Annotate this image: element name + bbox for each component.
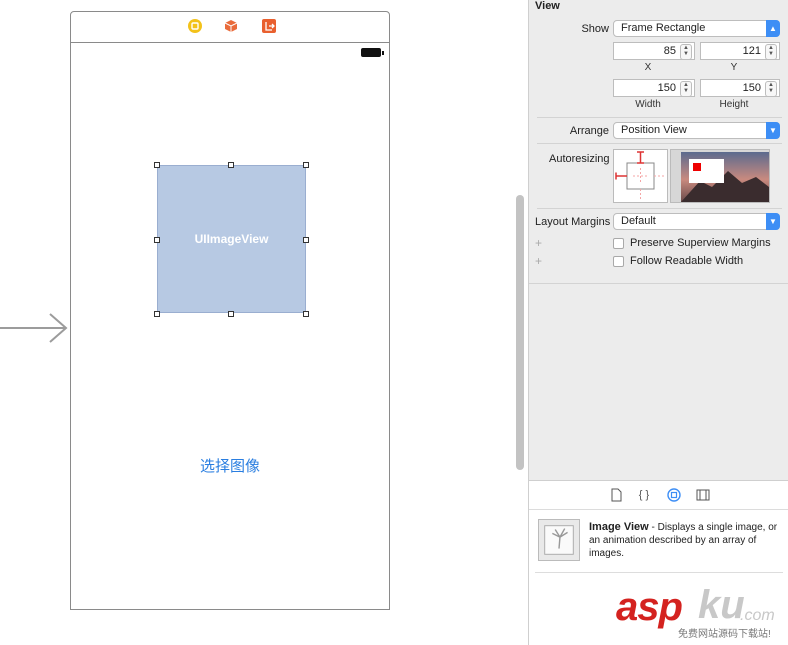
resize-handle-top-left[interactable]: [154, 162, 160, 168]
show-popup[interactable]: Frame Rectangle ▲▼: [613, 20, 780, 50]
library-item-title: Image View: [589, 521, 649, 533]
show-label: Show: [581, 23, 609, 35]
watermark: asp ku .com 免费网站源码下载站!: [616, 583, 788, 645]
arrange-popup[interactable]: Position View ▼: [613, 122, 780, 139]
arrange-label: Arrange: [569, 125, 609, 137]
autoresizing-label: Autoresizing: [549, 153, 610, 165]
follow-readable-width-label: Follow Readable Width: [630, 255, 744, 267]
autoresizing-preview: [670, 149, 770, 203]
separator: [537, 208, 782, 209]
preserve-superview-margins-checkbox[interactable]: [613, 238, 624, 249]
height-label: Height: [719, 99, 749, 110]
follow-readable-width-checkbox[interactable]: [613, 256, 624, 267]
library-item-text: Image View - Displays a single image, or…: [589, 521, 779, 560]
resize-handle-left[interactable]: [154, 237, 160, 243]
media-library-icon[interactable]: [696, 488, 710, 502]
initial-view-controller-arrow-icon: [0, 313, 68, 343]
canvas-scrollbar-thumb[interactable]: [516, 195, 524, 470]
image-view[interactable]: UIImageView: [157, 165, 306, 313]
show-popup-value: Frame Rectangle: [621, 22, 706, 34]
resize-handle-bottom[interactable]: [228, 311, 234, 317]
section-title: View: [535, 0, 560, 12]
view-controller-icon[interactable]: [188, 19, 202, 33]
storyboard-canvas[interactable]: UIImageView 选择图像: [0, 0, 528, 645]
chevron-down-icon: ▼: [766, 213, 780, 230]
plus-icon[interactable]: +: [535, 254, 542, 268]
y-stepper[interactable]: ▲ ▼: [765, 44, 777, 60]
chevron-updown-icon: ▲▼: [766, 20, 780, 50]
file-icon[interactable]: [609, 488, 623, 502]
x-stepper[interactable]: ▲ ▼: [680, 44, 692, 60]
width-value: 150: [657, 82, 676, 94]
layout-margins-popup-value: Default: [621, 215, 656, 227]
resize-handle-bottom-right[interactable]: [303, 311, 309, 317]
battery-tip: [382, 51, 384, 55]
select-image-button[interactable]: 选择图像: [71, 455, 389, 476]
image-view-icon: [538, 519, 580, 561]
separator: [535, 572, 783, 573]
preserve-superview-margins-label: Preserve Superview Margins: [630, 237, 771, 249]
battery-icon: [361, 48, 381, 57]
size-inspector: View Show Frame Rectangle ▲▼ 85 ▲▼ X 121…: [529, 0, 788, 480]
width-field[interactable]: 150 ▲ ▼: [613, 79, 695, 97]
autoresizing-mask-control[interactable]: [613, 149, 668, 203]
layout-margins-label: Layout Margins: [535, 216, 611, 228]
resize-handle-right[interactable]: [303, 237, 309, 243]
plus-icon[interactable]: +: [535, 236, 542, 250]
resize-handle-top[interactable]: [228, 162, 234, 168]
library-tab-bar: { }: [529, 480, 788, 510]
view-controller-scene[interactable]: UIImageView 选择图像: [70, 11, 390, 610]
x-value: 85: [663, 45, 676, 57]
watermark-brand-gray: ku: [698, 583, 745, 627]
resize-handle-bottom-left[interactable]: [154, 311, 160, 317]
exit-icon[interactable]: [262, 19, 276, 33]
x-label: X: [644, 62, 652, 73]
height-stepper[interactable]: ▲ ▼: [765, 81, 777, 97]
width-stepper[interactable]: ▲ ▼: [680, 81, 692, 97]
layout-margins-popup[interactable]: Default ▼: [613, 213, 780, 230]
library-item-image-view[interactable]: Image View - Displays a single image, or…: [529, 510, 788, 572]
height-value: 150: [742, 82, 761, 94]
first-responder-icon[interactable]: [224, 19, 238, 33]
object-library-icon[interactable]: [667, 488, 681, 502]
watermark-subtitle: 免费网站源码下载站!: [678, 629, 771, 640]
y-value: 121: [742, 45, 761, 57]
separator: [529, 283, 788, 284]
arrange-popup-value: Position View: [621, 124, 687, 136]
chevron-down-icon: ▼: [766, 122, 780, 139]
width-label: Width: [635, 99, 661, 110]
scene-dock: [71, 12, 389, 43]
x-field[interactable]: 85 ▲ ▼: [613, 42, 695, 60]
y-label: Y: [730, 62, 738, 73]
resize-handle-top-right[interactable]: [303, 162, 309, 168]
y-field[interactable]: 121 ▲ ▼: [700, 42, 780, 60]
separator: [537, 117, 782, 118]
height-field[interactable]: 150 ▲ ▼: [700, 79, 780, 97]
watermark-suffix: .com: [740, 607, 775, 624]
braces-icon[interactable]: { }: [637, 488, 651, 502]
separator: [537, 143, 782, 144]
image-view-label: UIImageView: [194, 232, 269, 246]
watermark-brand-red: asp: [616, 585, 683, 629]
